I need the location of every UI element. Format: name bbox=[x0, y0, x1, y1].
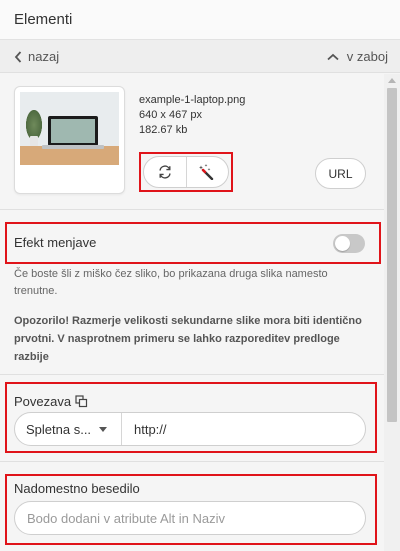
image-tools-highlight bbox=[139, 152, 233, 192]
nav-bar: nazaj v zaboj bbox=[0, 40, 400, 73]
link-type-select[interactable]: Spletna s... bbox=[15, 413, 122, 445]
panel-header: Elementi bbox=[0, 0, 400, 40]
toggle-knob bbox=[335, 236, 350, 251]
hover-effect-label: Efekt menjave bbox=[14, 235, 97, 250]
alt-text-label: Nadomestno besedilo bbox=[14, 481, 140, 496]
refresh-icon bbox=[159, 165, 171, 179]
chevron-left-icon bbox=[14, 50, 22, 63]
hover-effect-toggle[interactable] bbox=[333, 234, 365, 253]
back-label: nazaj bbox=[28, 49, 60, 64]
scrollbar[interactable] bbox=[384, 74, 400, 551]
panel-content: example-1-laptop.png 640 x 467 px 182.67… bbox=[0, 74, 384, 551]
file-name: example-1-laptop.png bbox=[139, 94, 246, 106]
replace-image-button[interactable] bbox=[144, 157, 186, 187]
alt-text-input[interactable] bbox=[14, 501, 366, 535]
file-size: 182.67 kb bbox=[139, 124, 188, 136]
hover-effect-warning: Opozorilo! Razmerje velikosti sekundarne… bbox=[14, 315, 362, 363]
caret-down-icon bbox=[99, 426, 108, 432]
panel-title: Elementi bbox=[14, 11, 73, 28]
file-info: example-1-laptop.png 640 x 467 px 182.67… bbox=[139, 93, 245, 138]
scroll-up-arrow-icon[interactable] bbox=[388, 78, 396, 83]
collapse-button[interactable]: v zaboj bbox=[327, 49, 388, 64]
back-button[interactable]: nazaj bbox=[14, 49, 59, 64]
chevron-up-icon bbox=[327, 53, 339, 60]
link-label-row: Povezava bbox=[14, 394, 88, 409]
image-tools bbox=[143, 156, 229, 188]
collapse-label: v zaboj bbox=[346, 49, 388, 64]
url-button[interactable]: URL bbox=[315, 158, 366, 189]
link-label: Povezava bbox=[14, 394, 72, 409]
file-dimensions: 640 x 467 px bbox=[139, 109, 202, 121]
image-preview-card[interactable] bbox=[14, 86, 125, 194]
hover-effect-help: Če boste šli z miško čez sliko, bo prika… bbox=[14, 268, 328, 297]
magic-wand-icon bbox=[199, 164, 214, 180]
divider bbox=[0, 209, 384, 210]
link-type-value: Spletna s... bbox=[26, 421, 92, 437]
link-url-input[interactable] bbox=[122, 413, 365, 445]
scroll-thumb[interactable] bbox=[387, 88, 397, 422]
edit-image-button[interactable] bbox=[185, 157, 228, 187]
image-thumbnail bbox=[20, 92, 119, 165]
divider bbox=[0, 461, 384, 462]
divider bbox=[0, 374, 384, 375]
copy-icon bbox=[75, 395, 88, 408]
link-field: Spletna s... bbox=[14, 412, 366, 446]
